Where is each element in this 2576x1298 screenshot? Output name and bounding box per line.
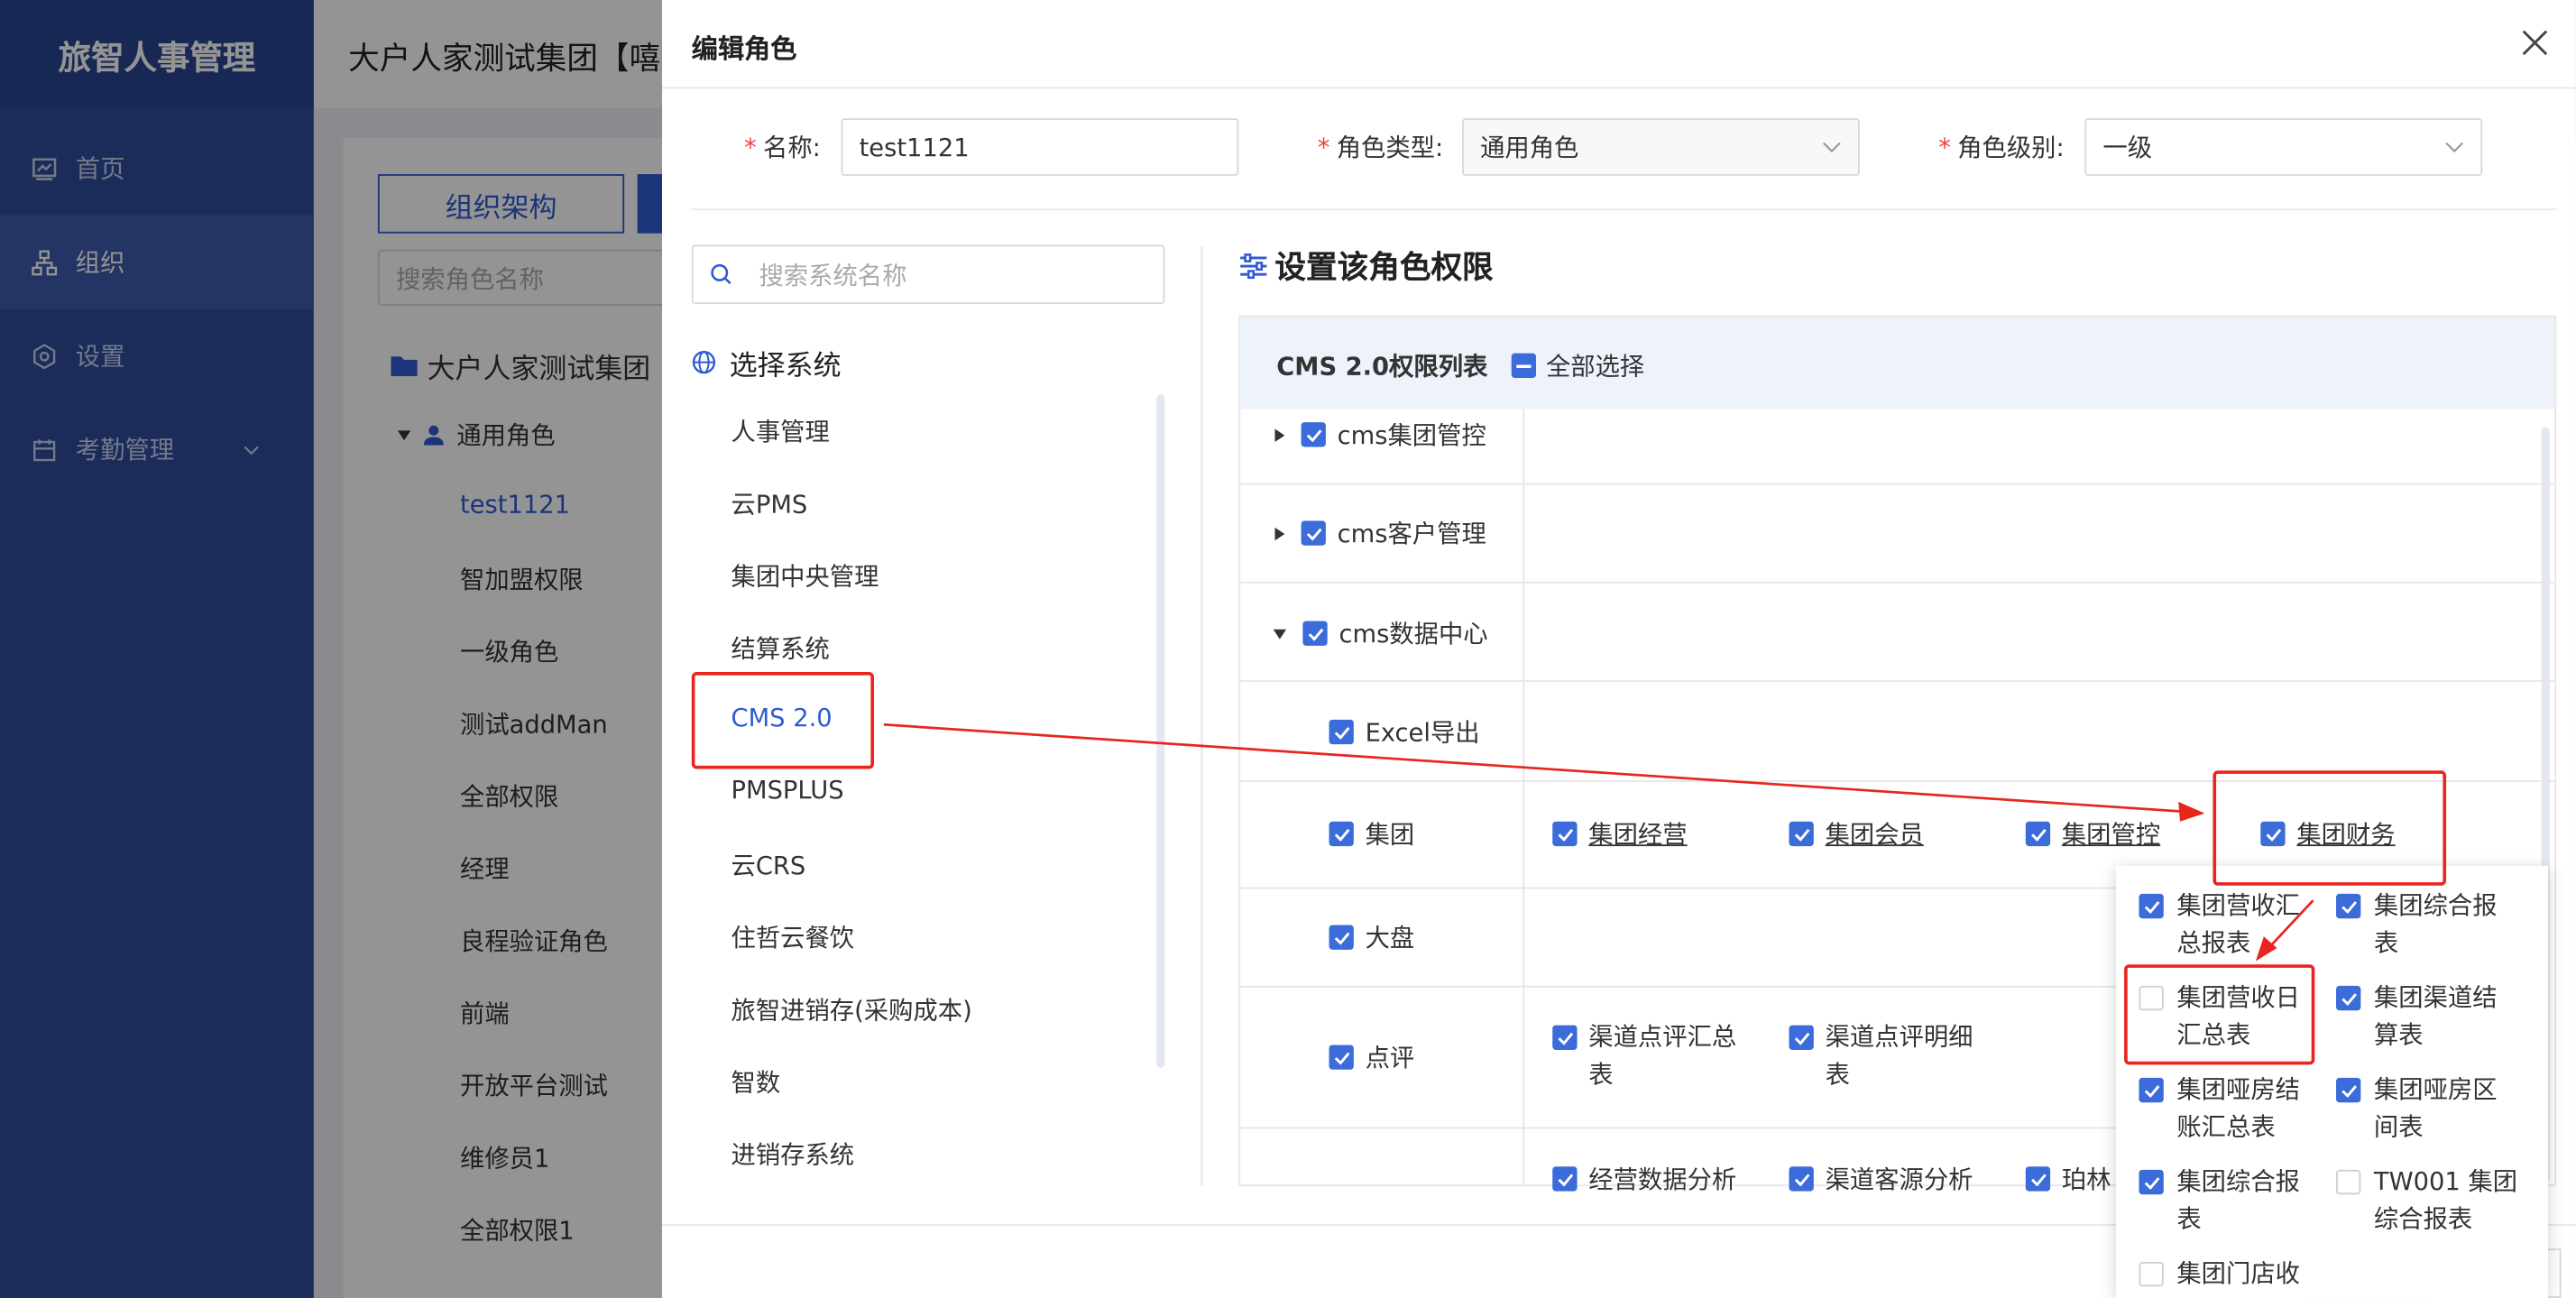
- annotation-arrows: [883, 723, 2314, 962]
